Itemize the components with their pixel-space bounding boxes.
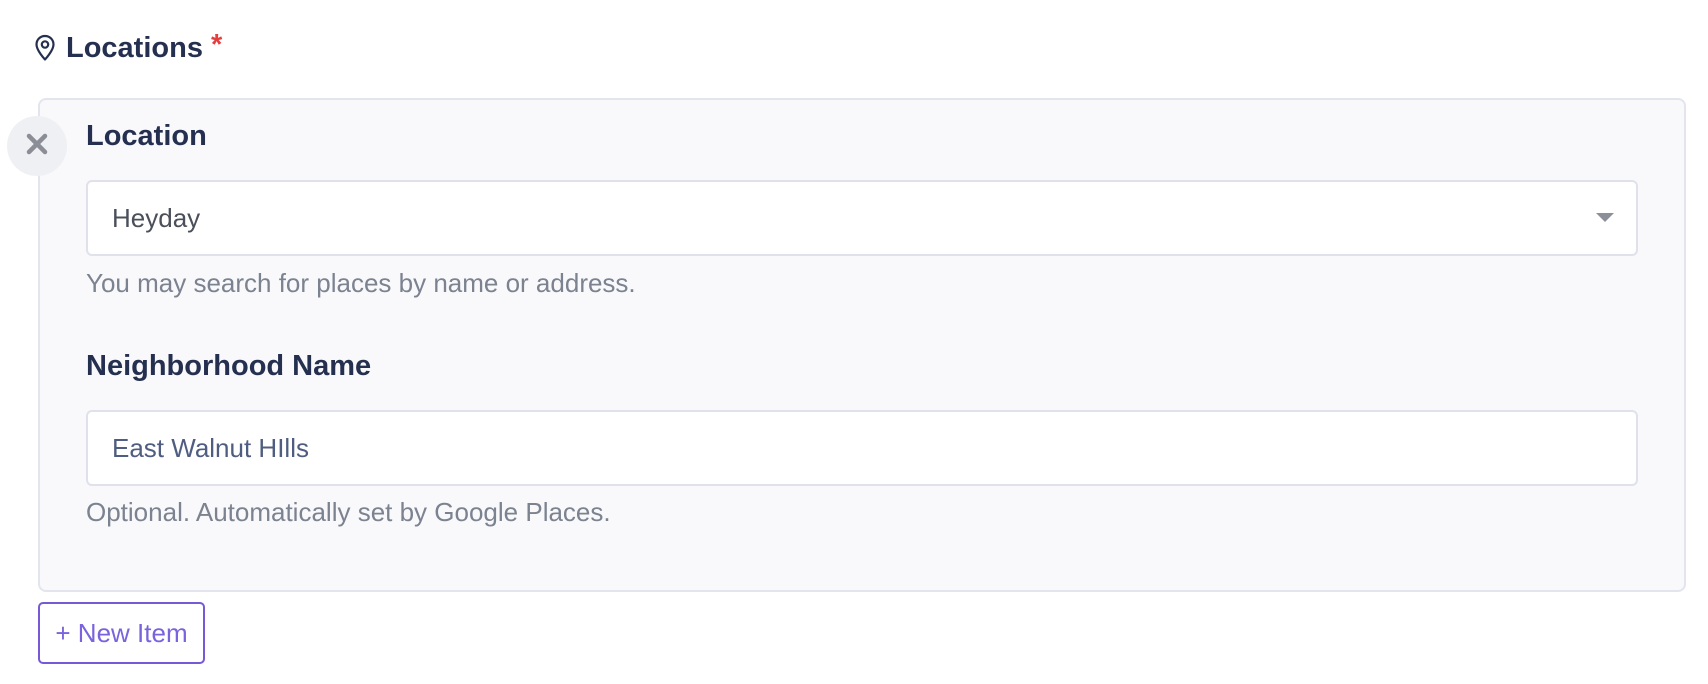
location-select[interactable]: Heyday xyxy=(86,180,1638,256)
field-title: Locations xyxy=(66,31,203,64)
caret-down-icon xyxy=(1596,213,1614,222)
close-icon xyxy=(26,133,48,160)
location-help-text: You may search for places by name or add… xyxy=(86,268,636,298)
locations-field-header: Locations * xyxy=(34,28,222,68)
location-label: Location xyxy=(86,120,207,152)
neighborhood-input-value: East Walnut HIlls xyxy=(112,432,309,463)
neighborhood-label: Neighborhood Name xyxy=(86,350,372,382)
map-pin-icon xyxy=(34,34,56,62)
remove-item-button[interactable] xyxy=(7,116,67,176)
location-select-value: Heyday xyxy=(112,202,201,233)
required-marker: * xyxy=(210,28,223,61)
new-item-button[interactable]: + New Item xyxy=(38,602,205,664)
neighborhood-help-text: Optional. Automatically set by Google Pl… xyxy=(86,497,611,527)
neighborhood-input[interactable]: East Walnut HIlls xyxy=(86,410,1638,486)
